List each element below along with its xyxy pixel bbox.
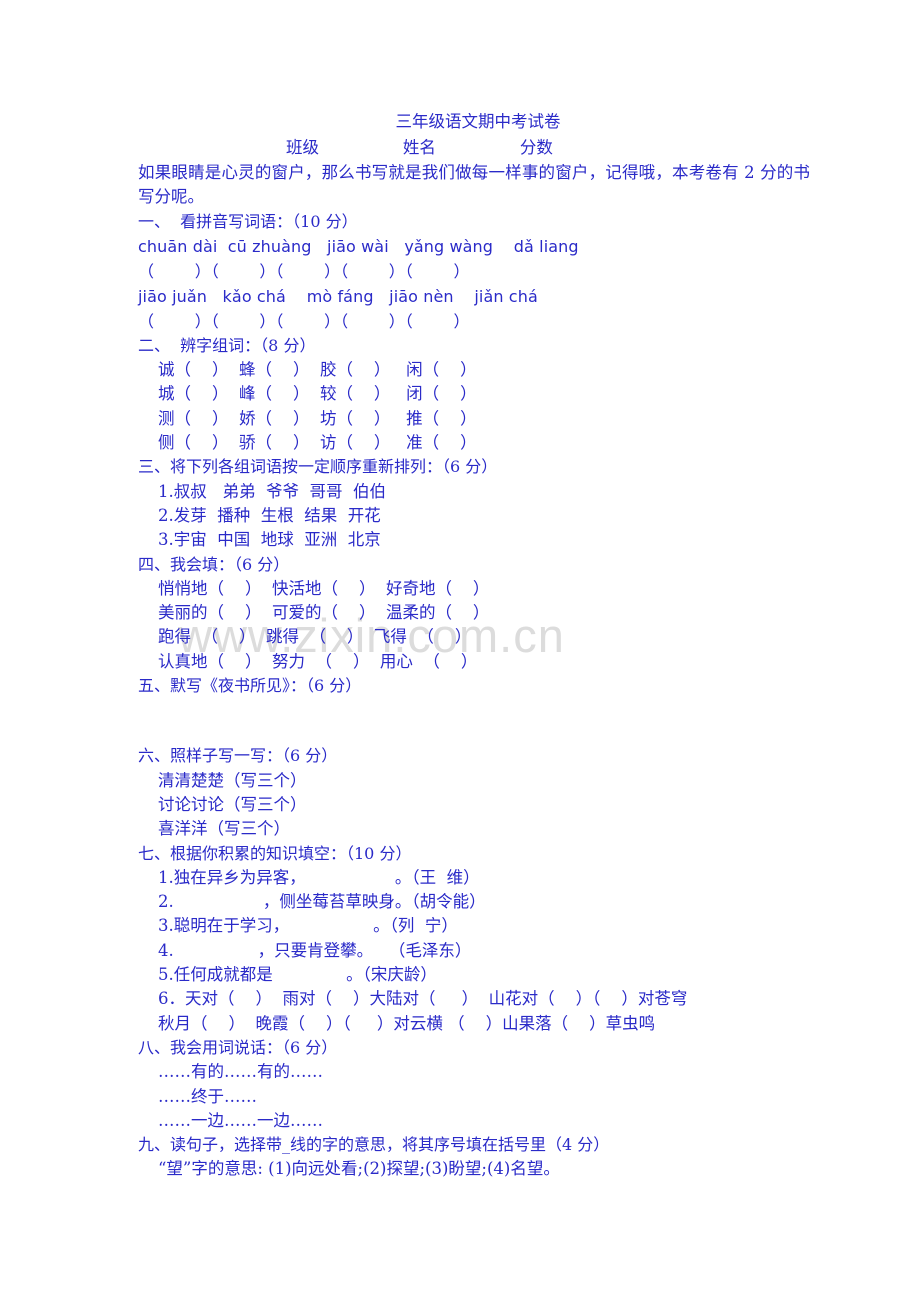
section-8-item-1[interactable]: ……有的……有的……: [138, 1060, 818, 1084]
section-8-item-3[interactable]: ……一边……一边……: [138, 1109, 818, 1133]
section-4-heading: 四、我会填：（6 分）: [138, 554, 290, 574]
exam-page: www.zixin.com.cn 三年级语文期中考试卷 班级 姓名 分数 如果眼…: [0, 0, 920, 1302]
section-4-row-1[interactable]: 悄悄地（ ） 快活地（ ） 好奇地（ ）: [138, 577, 818, 601]
section-7-item-5[interactable]: 5.任何成就都是 。（宋庆龄）: [138, 963, 818, 987]
section-1-heading: 一、 看拼音写词语：（10 分）: [138, 211, 358, 231]
section-2-row-4[interactable]: 侧（ ） 骄（ ） 访（ ） 准（ ）: [138, 431, 818, 455]
section-5-answer-space[interactable]: [138, 698, 818, 744]
section-7-item-4[interactable]: 4. ，只要肯登攀。 （毛泽东）: [138, 939, 818, 963]
section-1-pinyin-row-2: jiāo juǎn kǎo chá mò fáng jiāo nèn jiǎn …: [138, 286, 538, 306]
section-7-item-1[interactable]: 1.独在异乡为异客， 。（王 维）: [138, 866, 818, 890]
section-1-blanks-row-1[interactable]: （ ）（ ）（ ）（ ）（ ）: [138, 259, 818, 284]
section-7-item-6-line-2[interactable]: 秋月（ ） 晚霞（ ）（ ）对云横 （ ）山果落（ ）草虫鸣: [138, 1012, 818, 1036]
section-6-item-3[interactable]: 喜洋洋（写三个）: [138, 817, 818, 841]
section-2-row-1[interactable]: 诚（ ） 蜂（ ） 胶（ ） 闲（ ）: [138, 358, 818, 382]
section-3-item-3: 3.宇宙 中国 地球 亚洲 北京: [158, 530, 381, 550]
section-5-heading: 五、默写《夜书所见》：（6 分）: [138, 676, 362, 696]
section-4-row-2[interactable]: 美丽的（ ） 可爱的（ ） 温柔的（ ）: [138, 601, 818, 625]
document-content: 三年级语文期中考试卷 班级 姓名 分数 如果眼睛是心灵的窗户，那么书写就是我们做…: [138, 0, 818, 1182]
section-6-heading: 六、照样子写一写：（6 分）: [138, 746, 338, 766]
section-3-heading: 三、将下列各组词语按一定顺序重新排列：（6 分）: [138, 457, 498, 477]
page-title: 三年级语文期中考试卷: [395, 112, 561, 131]
section-1-pinyin-row-1: chuān dài cū zhuàng jiāo wài yǎng wàng d…: [138, 236, 579, 256]
section-4-row-3[interactable]: 跑得 （ ） 跳得 （ ） 飞得 （ ）: [138, 625, 818, 649]
section-3-item-1: 1.叔叔 弟弟 爷爷 哥哥 伯伯: [158, 481, 386, 501]
section-9-item-1[interactable]: “望”字的意思: (1)向远处看;(2)探望;(3)盼望;(4)名望。: [138, 1157, 818, 1181]
section-2-row-3[interactable]: 测（ ） 娇（ ） 坊（ ） 推（ ）: [138, 407, 818, 431]
section-6-item-2[interactable]: 讨论讨论（写三个）: [138, 793, 818, 817]
section-7-item-2[interactable]: 2. ，侧坐莓苔草映身。（胡令能）: [138, 890, 818, 914]
section-6-item-1[interactable]: 清清楚楚（写三个）: [138, 769, 818, 793]
section-4-row-4[interactable]: 认真地（ ） 努力 （ ） 用心 （ ）: [138, 650, 818, 674]
section-3-item-2: 2.发芽 播种 生根 结果 开花: [158, 505, 381, 525]
section-8-heading: 八、我会用词说话：（6 分）: [138, 1037, 338, 1057]
intro-paragraph: 如果眼睛是心灵的窗户，那么书写就是我们做每一样事的窗户，记得哦，本考卷有 2 分…: [138, 163, 810, 207]
header-fields: 班级 姓名 分数: [286, 138, 553, 157]
section-8-item-2[interactable]: ……终于……: [138, 1085, 818, 1109]
section-2-row-2[interactable]: 城（ ） 峰（ ） 较（ ） 闭（ ）: [138, 382, 818, 406]
section-1-blanks-row-2[interactable]: （ ）（ ）（ ）（ ）（ ）: [138, 309, 818, 334]
section-2-heading: 二、 辨字组词：（8 分）: [138, 335, 316, 355]
section-7-item-6-line-1[interactable]: 6．天对（ ） 雨对（ ）大陆对（ ） 山花对（ ）（ ）对苍穹: [138, 987, 818, 1011]
section-7-heading: 七、根据你积累的知识填空：（10 分）: [138, 843, 412, 863]
section-7-item-3[interactable]: 3.聪明在于学习， 。（列 宁）: [138, 914, 818, 938]
section-9-heading: 九、读句子，选择带_线的字的意思，将其序号填在括号里（4 分）: [138, 1135, 610, 1155]
